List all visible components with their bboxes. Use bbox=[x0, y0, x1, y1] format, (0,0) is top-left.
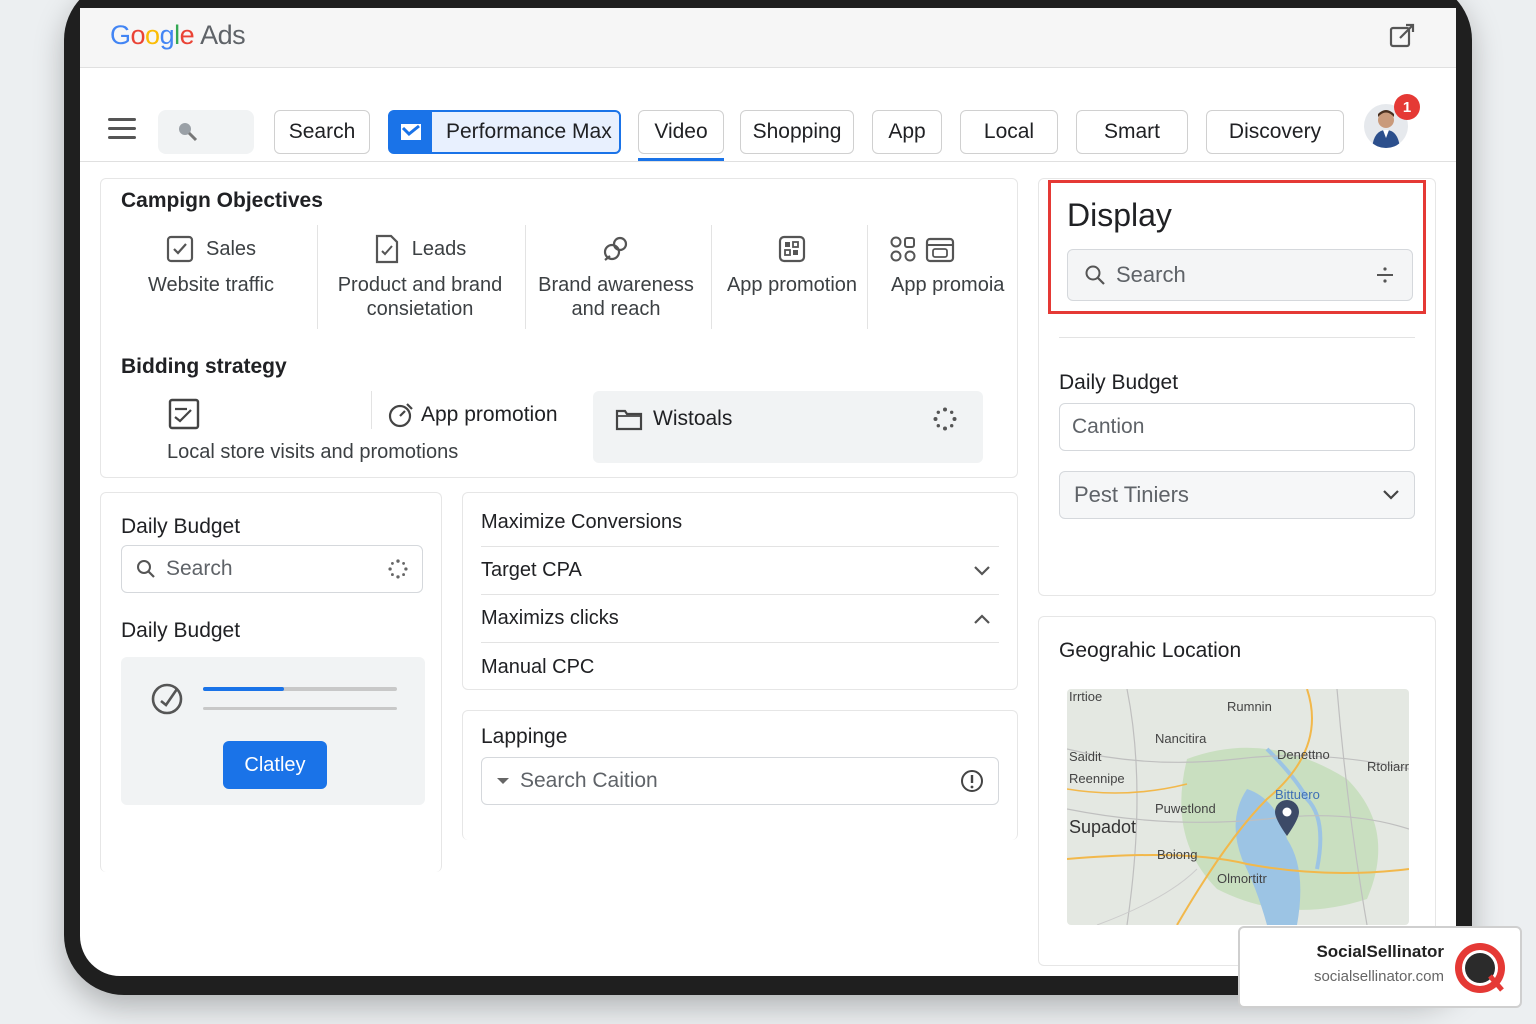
divider bbox=[1059, 337, 1415, 338]
loading-spinner-icon bbox=[388, 559, 408, 579]
map-place-label: Reennipe bbox=[1069, 771, 1125, 786]
google-ads-logo[interactable]: Google Ads bbox=[110, 20, 246, 51]
chevron-down-icon bbox=[974, 565, 990, 576]
map-place-label: Saidit bbox=[1069, 749, 1102, 764]
objective-brand-awareness[interactable]: Brand awareness and reach bbox=[531, 229, 701, 333]
folder-icon bbox=[615, 409, 643, 431]
tab-smart[interactable]: Smart bbox=[1076, 110, 1188, 154]
timer-icon bbox=[388, 403, 413, 428]
bidding-strategy-title: Bidding strategy bbox=[121, 355, 287, 378]
bid-options-card: Maximize Conversions Target CPA Maximizs… bbox=[462, 492, 1018, 690]
option-maximize-clicks[interactable]: Maximizs clicks bbox=[481, 595, 999, 643]
map-place-label: Nancitira bbox=[1155, 731, 1207, 746]
divider bbox=[711, 225, 712, 329]
app-shapes-icon bbox=[890, 236, 916, 262]
option-maximize-conversions[interactable]: Maximize Conversions bbox=[481, 499, 999, 547]
watermark-url: socialsellinator.com bbox=[1313, 968, 1444, 985]
megaphone-icon bbox=[603, 236, 628, 261]
right-daily-budget-title: Daily Budget bbox=[1059, 371, 1179, 394]
app-promotion-bid-label[interactable]: App promotion bbox=[421, 403, 558, 427]
placeholder-line bbox=[203, 707, 397, 710]
budget-progress-fill bbox=[203, 687, 285, 691]
caution-input[interactable]: Cantion bbox=[1059, 403, 1415, 451]
tab-video-underline bbox=[638, 158, 724, 161]
divider bbox=[371, 391, 372, 429]
caret-down-icon bbox=[497, 778, 509, 784]
local-store-visits-label[interactable]: Local store visits and promotions bbox=[167, 441, 458, 464]
geographic-location-card: Geograhic Location Rumnin Nancitira Dene… bbox=[1038, 616, 1436, 966]
option-target-cpa[interactable]: Target CPA bbox=[481, 547, 999, 595]
objective-app-promotion[interactable]: App promotion bbox=[717, 229, 867, 333]
campaign-objectives-card: Campign Objectives Sales Website traffic… bbox=[100, 178, 1018, 478]
lappinge-card: Lappinge Search Caition bbox=[462, 710, 1018, 840]
budget-progress-track bbox=[203, 687, 397, 691]
daily-budget-title-2: Daily Budget bbox=[121, 619, 241, 642]
daily-budget-card: Daily Budget Search Daily Budget Clatley bbox=[100, 492, 442, 872]
tab-performance-max[interactable]: Performance Max bbox=[388, 110, 621, 154]
map-place-label: Puwetlond bbox=[1155, 801, 1216, 816]
loading-spinner-icon bbox=[933, 407, 957, 431]
check-square-icon bbox=[166, 235, 194, 263]
map-place-label: Rumnin bbox=[1227, 699, 1272, 714]
map-pin-icon[interactable] bbox=[1273, 799, 1301, 837]
app-calendar-icon bbox=[925, 237, 955, 263]
clatley-button[interactable]: Clatley bbox=[223, 741, 327, 789]
performance-max-icon bbox=[390, 112, 432, 152]
watermark-name: SocialSellinator bbox=[1316, 942, 1444, 961]
map-place-label: Irrtioe bbox=[1069, 689, 1103, 704]
tab-shopping[interactable]: Shopping bbox=[740, 110, 854, 154]
chart-check-icon bbox=[168, 398, 200, 430]
display-highlight-box bbox=[1048, 180, 1426, 314]
chevron-up-icon bbox=[974, 613, 990, 624]
map-place-label: Rtoliarr bbox=[1367, 759, 1409, 774]
divider bbox=[317, 225, 318, 329]
objective-app-promotion-2[interactable]: App promoia bbox=[875, 229, 1015, 333]
map-place-label: Supadot bbox=[1069, 817, 1137, 837]
app-grid-icon bbox=[778, 235, 806, 263]
budget-search-input[interactable]: Search bbox=[121, 545, 423, 593]
tab-discovery[interactable]: Discovery bbox=[1206, 110, 1344, 154]
info-alert-icon bbox=[961, 770, 983, 792]
geo-title: Geograhic Location bbox=[1059, 639, 1242, 662]
search-caution-input[interactable]: Search Caition bbox=[481, 757, 999, 805]
notification-badge[interactable]: 1 bbox=[1394, 94, 1420, 120]
lappinge-title: Lappinge bbox=[481, 725, 568, 748]
tab-local[interactable]: Local bbox=[960, 110, 1058, 154]
objective-sales[interactable]: Sales Website traffic bbox=[111, 229, 311, 333]
tab-search[interactable]: Search bbox=[274, 110, 370, 154]
map-place-label: Boiong bbox=[1157, 847, 1198, 862]
option-manual-cpc[interactable]: Manual CPC bbox=[481, 643, 999, 691]
search-icon bbox=[137, 560, 155, 578]
socialsellinator-watermark: SocialSellinator socialsellinator.com bbox=[1238, 926, 1522, 1008]
app-screen: Google Ads Search Performance Max Video S… bbox=[80, 8, 1456, 976]
socialsellinator-logo-icon bbox=[1455, 943, 1505, 993]
top-nav: Search Performance Max Video Shopping Ap… bbox=[80, 70, 1456, 162]
wistoals-option[interactable]: Wistoals bbox=[593, 391, 983, 463]
map-place-label: Olmortitr bbox=[1217, 871, 1267, 886]
nav-search-box[interactable] bbox=[158, 110, 254, 154]
map-place-label: Denettno bbox=[1277, 747, 1330, 762]
location-map[interactable]: Rumnin Nancitira Denettno Rtoliarr Saidi… bbox=[1067, 689, 1409, 925]
edit-export-icon[interactable] bbox=[1388, 22, 1416, 50]
tab-video[interactable]: Video bbox=[638, 110, 724, 154]
tab-app[interactable]: App bbox=[872, 110, 942, 154]
pest-timers-select[interactable]: Pest Tiniers bbox=[1059, 471, 1415, 519]
title-bar: Google Ads bbox=[80, 8, 1456, 68]
document-icon bbox=[375, 234, 398, 264]
gauge-check-icon bbox=[151, 683, 183, 715]
map-canvas bbox=[1067, 689, 1409, 925]
divider bbox=[525, 225, 526, 329]
divider bbox=[867, 225, 868, 329]
budget-progress-panel: Clatley bbox=[121, 657, 425, 805]
objective-leads[interactable]: Leads Product and brand consietation bbox=[327, 229, 513, 333]
search-icon bbox=[179, 123, 198, 142]
objectives-title: Campign Objectives bbox=[121, 189, 323, 212]
hamburger-menu-icon[interactable] bbox=[108, 118, 136, 140]
daily-budget-title: Daily Budget bbox=[121, 515, 241, 538]
chevron-down-icon bbox=[1383, 490, 1399, 500]
